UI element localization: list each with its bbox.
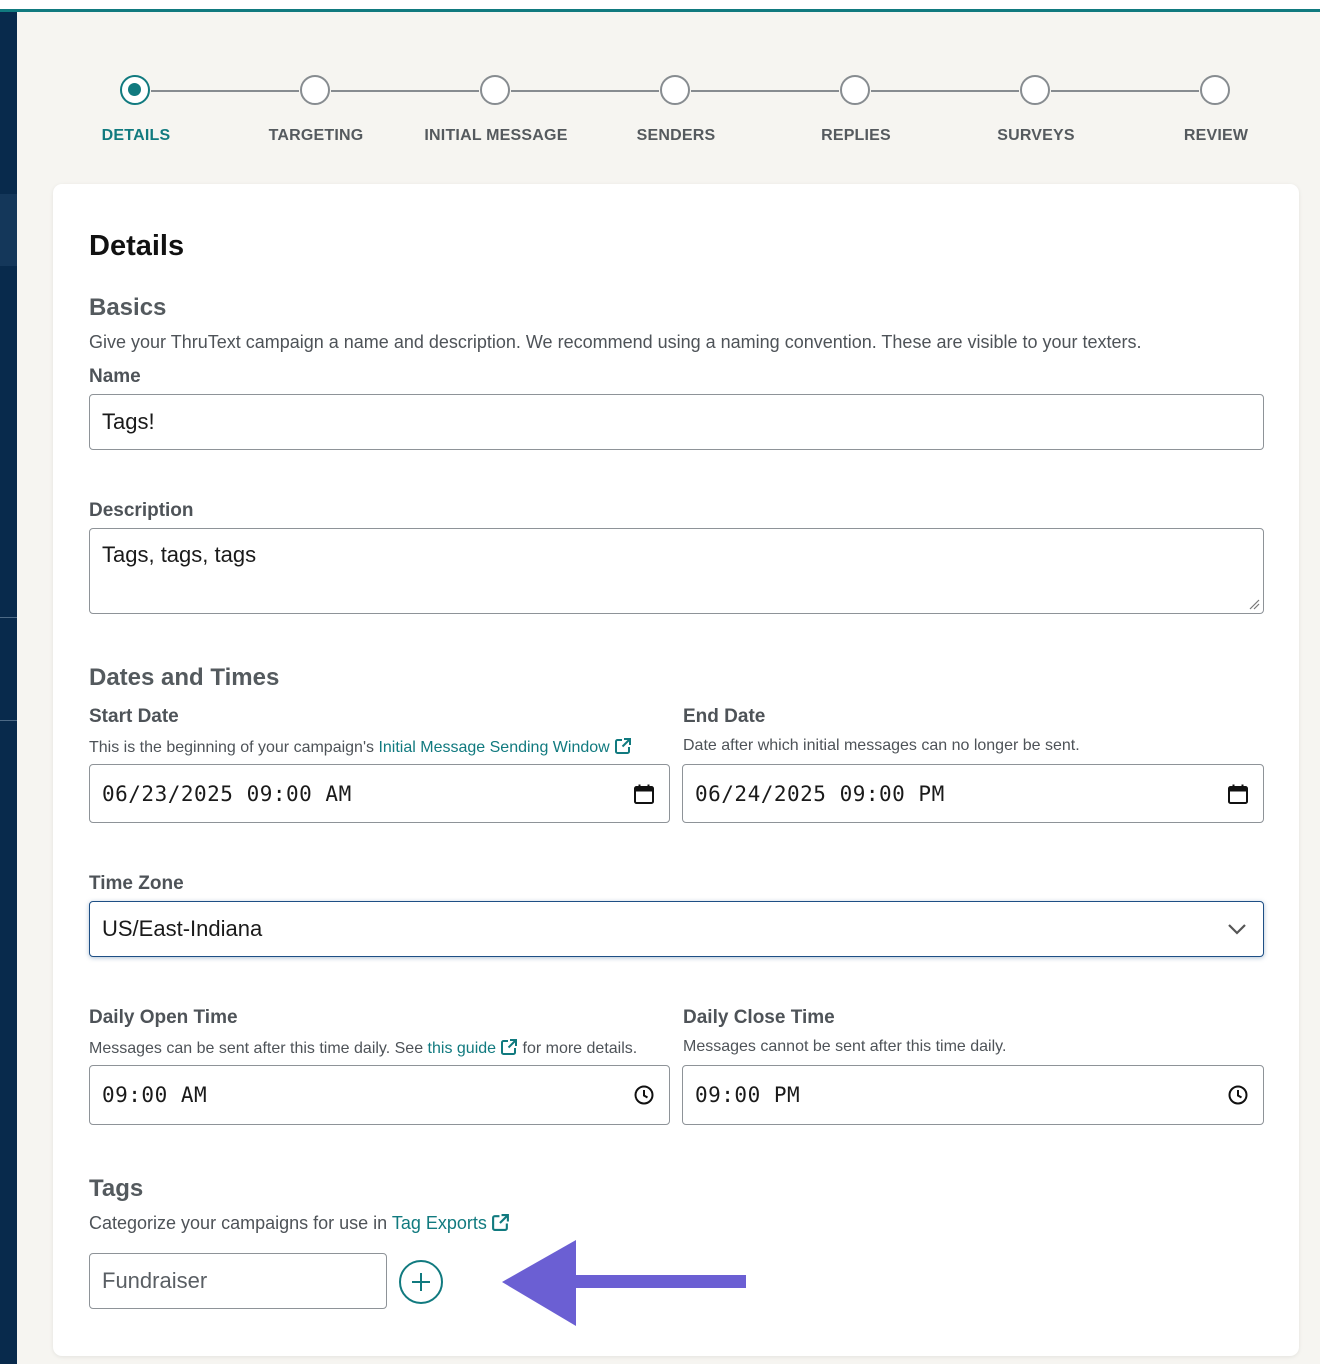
daily-close-time-input[interactable]: 09:00 PM <box>682 1065 1264 1125</box>
daily-open-help-suffix: for more details. <box>522 1040 638 1057</box>
clock-icon[interactable] <box>633 1084 655 1106</box>
daily-open-time-value: 09:00 AM <box>102 1083 208 1107</box>
external-link-icon[interactable] <box>614 737 632 755</box>
end-date-help: Date after which initial messages can no… <box>683 737 1080 754</box>
step-surveys-indicator[interactable] <box>1020 75 1050 105</box>
step-targeting-indicator[interactable] <box>300 75 330 105</box>
start-date-help-text: This is the beginning of your campaign's <box>89 739 374 756</box>
page-title: Details <box>89 230 185 262</box>
description-textarea[interactable]: Tags, tags, tags <box>89 528 1264 614</box>
step-connector <box>331 90 479 92</box>
step-surveys-label[interactable]: SURVEYS <box>946 127 1126 145</box>
progress-stepper: DETAILS TARGETING INITIAL MESSAGE SENDER… <box>0 0 1320 160</box>
basics-heading: Basics <box>89 294 167 321</box>
step-review-indicator[interactable] <box>1200 75 1230 105</box>
clock-icon[interactable] <box>1227 1084 1249 1106</box>
tags-help-text: Categorize your campaigns for use in <box>89 1213 388 1233</box>
daily-close-time-value: 09:00 PM <box>695 1083 801 1107</box>
step-connector <box>871 90 1019 92</box>
step-connector <box>151 90 299 92</box>
step-targeting-label[interactable]: TARGETING <box>226 127 406 145</box>
tags-help: Categorize your campaigns for use in Tag… <box>89 1213 510 1234</box>
resize-grip-icon[interactable] <box>1248 598 1260 610</box>
start-date-help: This is the beginning of your campaign's… <box>89 737 632 757</box>
annotation-arrow-icon <box>502 1240 746 1326</box>
step-connector <box>691 90 839 92</box>
chevron-down-icon[interactable] <box>1227 923 1247 935</box>
left-nav-active-item[interactable] <box>0 194 17 266</box>
time-zone-label: Time Zone <box>89 873 184 894</box>
step-review-label[interactable]: REVIEW <box>1126 127 1306 145</box>
start-date-input[interactable]: 06/23/2025 09:00 AM <box>89 764 670 823</box>
add-tag-button[interactable] <box>399 1260 443 1304</box>
step-senders-indicator[interactable] <box>660 75 690 105</box>
step-senders-label[interactable]: SENDERS <box>586 127 766 145</box>
description-textarea-value: Tags, tags, tags <box>102 542 257 567</box>
step-details-indicator[interactable] <box>120 75 150 105</box>
start-date-value: 06/23/2025 09:00 AM <box>102 781 352 806</box>
end-date-value: 06/24/2025 09:00 PM <box>695 781 945 806</box>
step-initial-message-label[interactable]: INITIAL MESSAGE <box>406 127 586 145</box>
left-nav-divider <box>0 617 17 618</box>
name-input-value: Tags! <box>102 409 155 434</box>
step-connector <box>511 90 659 92</box>
this-guide-link[interactable]: this guide <box>428 1040 497 1057</box>
basics-help-text: Give your ThruText campaign a name and d… <box>89 332 1142 352</box>
calendar-icon[interactable] <box>1227 783 1249 805</box>
daily-open-time-label: Daily Open Time <box>89 1007 238 1028</box>
calendar-icon[interactable] <box>633 783 655 805</box>
start-date-label: Start Date <box>89 706 179 727</box>
end-date-label: End Date <box>683 706 766 727</box>
left-nav <box>0 12 17 1364</box>
time-zone-value: US/East-Indiana <box>102 916 263 941</box>
step-replies-label[interactable]: REPLIES <box>766 127 946 145</box>
external-link-icon[interactable] <box>491 1213 510 1232</box>
time-zone-select[interactable]: US/East-Indiana <box>89 901 1264 957</box>
step-details-label[interactable]: DETAILS <box>46 127 226 145</box>
external-link-icon[interactable] <box>500 1038 518 1056</box>
plus-icon <box>412 1273 430 1291</box>
name-label: Name <box>89 366 141 387</box>
end-date-input[interactable]: 06/24/2025 09:00 PM <box>682 764 1264 823</box>
tag-exports-link[interactable]: Tag Exports <box>392 1213 487 1233</box>
step-connector <box>1051 90 1199 92</box>
daily-close-time-help: Messages cannot be sent after this time … <box>683 1038 1007 1055</box>
name-input[interactable]: Tags! <box>89 394 1264 450</box>
daily-open-time-input[interactable]: 09:00 AM <box>89 1065 670 1125</box>
tags-heading: Tags <box>89 1175 144 1202</box>
daily-close-time-label: Daily Close Time <box>683 1007 835 1028</box>
daily-open-help-text: Messages can be sent after this time dai… <box>89 1040 424 1057</box>
tag-input-placeholder: Fundraiser <box>102 1268 208 1293</box>
step-initial-message-indicator[interactable] <box>480 75 510 105</box>
step-replies-indicator[interactable] <box>840 75 870 105</box>
description-label: Description <box>89 500 194 521</box>
sending-window-link[interactable]: Initial Message Sending Window <box>378 739 609 756</box>
daily-open-time-help: Messages can be sent after this time dai… <box>89 1038 637 1058</box>
left-nav-divider <box>0 720 17 721</box>
dates-heading: Dates and Times <box>89 664 280 691</box>
tag-input[interactable]: Fundraiser <box>89 1253 387 1309</box>
